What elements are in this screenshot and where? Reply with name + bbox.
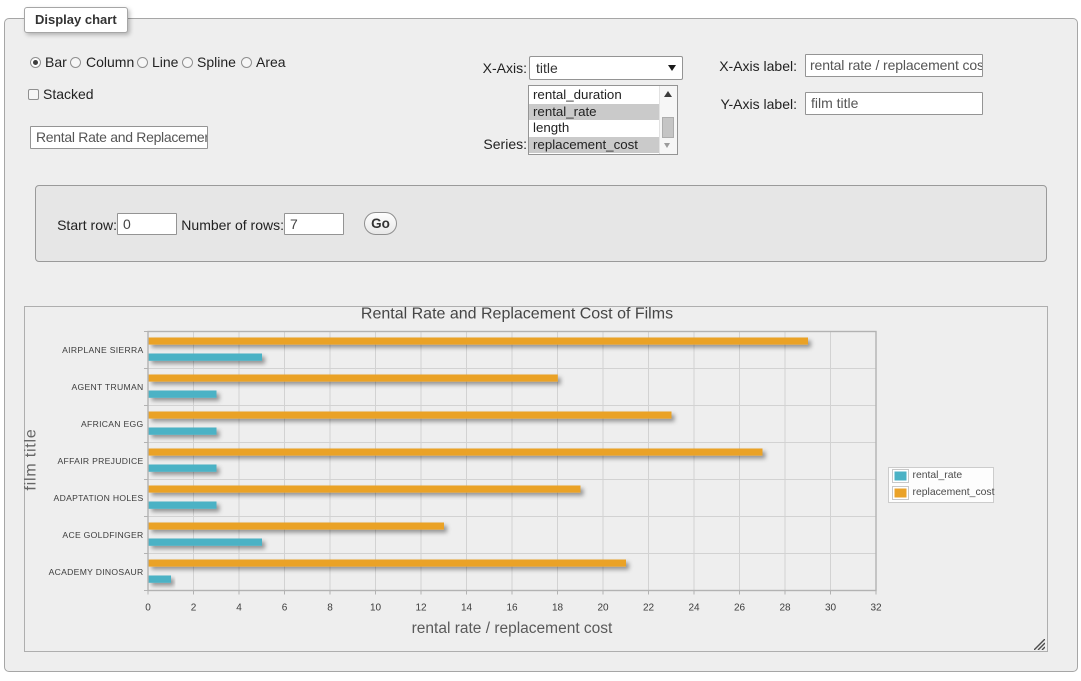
svg-text:10: 10 [370, 603, 382, 614]
svg-text:20: 20 [597, 603, 609, 614]
svg-text:rental_rate: rental_rate [913, 470, 963, 481]
svg-text:AIRPLANE SIERRA: AIRPLANE SIERRA [62, 345, 143, 355]
svg-text:28: 28 [779, 603, 791, 614]
svg-text:8: 8 [327, 603, 333, 614]
svg-text:22: 22 [643, 603, 655, 614]
svg-text:Rental Rate and Replacement Co: Rental Rate and Replacement Cost of Film… [361, 307, 673, 323]
svg-text:30: 30 [825, 603, 837, 614]
svg-text:2: 2 [191, 603, 197, 614]
svg-text:AFFAIR PREJUDICE: AFFAIR PREJUDICE [58, 456, 144, 466]
svg-text:rental rate / replacement cost: rental rate / replacement cost [412, 620, 613, 637]
svg-text:14: 14 [461, 603, 473, 614]
svg-text:32: 32 [870, 603, 882, 614]
svg-text:16: 16 [506, 603, 518, 614]
svg-text:ADAPTATION HOLES: ADAPTATION HOLES [54, 493, 144, 503]
svg-text:replacement_cost: replacement_cost [913, 487, 995, 498]
svg-text:ACADEMY DINOSAUR: ACADEMY DINOSAUR [49, 567, 144, 577]
svg-text:0: 0 [145, 603, 151, 614]
svg-text:24: 24 [688, 603, 700, 614]
svg-text:26: 26 [734, 603, 746, 614]
svg-text:18: 18 [552, 603, 564, 614]
svg-text:4: 4 [236, 603, 242, 614]
svg-text:AFRICAN EGG: AFRICAN EGG [81, 419, 144, 429]
svg-text:AGENT TRUMAN: AGENT TRUMAN [71, 382, 143, 392]
svg-text:6: 6 [282, 603, 288, 614]
svg-text:ACE GOLDFINGER: ACE GOLDFINGER [62, 530, 143, 540]
svg-text:12: 12 [415, 603, 427, 614]
